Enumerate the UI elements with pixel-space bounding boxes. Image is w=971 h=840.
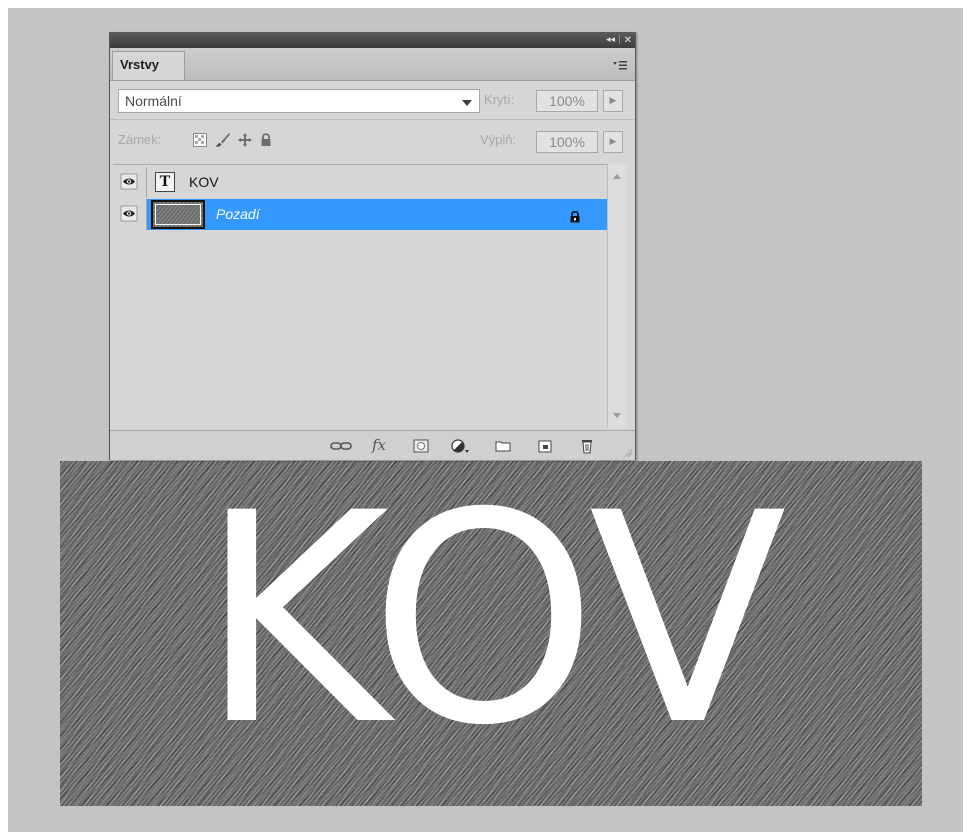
add-mask-icon[interactable] xyxy=(413,438,431,454)
blend-mode-select[interactable]: Normální xyxy=(118,89,480,113)
blend-mode-value: Normální xyxy=(125,93,182,109)
document-canvas[interactable]: KOV xyxy=(60,461,922,806)
adjustment-layer-icon[interactable] xyxy=(450,438,469,454)
eye-icon xyxy=(120,173,138,190)
new-group-icon[interactable] xyxy=(495,438,513,454)
fill-field[interactable]: 100% xyxy=(536,131,598,153)
lock-icon xyxy=(569,208,581,223)
layers-scrollbar[interactable] xyxy=(607,164,627,428)
layer-name: KOV xyxy=(189,174,219,190)
scroll-down-icon[interactable] xyxy=(613,413,621,418)
panel-titlebar[interactable]: ◂◂ | ✕ xyxy=(110,33,635,48)
scroll-up-icon[interactable] xyxy=(613,174,621,179)
background-layer-thumbnail xyxy=(151,200,205,229)
lock-label: Zámek: xyxy=(118,132,162,147)
opacity-slider-button[interactable]: ▶ xyxy=(603,90,623,112)
collapse-panel-button[interactable]: ◂◂ xyxy=(606,34,615,47)
eye-icon xyxy=(120,205,138,222)
blend-opacity-row: Normální Krytí: 100% ▶ xyxy=(110,85,635,115)
layer-row-kov[interactable]: T KOV xyxy=(113,167,607,198)
link-layers-icon[interactable] xyxy=(330,438,352,454)
panel-menu-icon[interactable] xyxy=(613,60,627,73)
opacity-field[interactable]: 100% xyxy=(536,90,598,112)
layer-name: Pozadí xyxy=(216,206,260,222)
lock-all-icon[interactable] xyxy=(259,132,275,148)
layers-panel: ◂◂ | ✕ Vrstvy Normální Krytí: 100% ▶ Zám… xyxy=(109,32,636,460)
divider xyxy=(110,119,635,120)
lock-position-icon[interactable] xyxy=(237,132,253,148)
layers-list: T KOV Pozadí xyxy=(113,164,607,429)
close-panel-button[interactable]: ✕ xyxy=(624,34,632,47)
visibility-toggle[interactable] xyxy=(113,167,147,198)
fill-label: Výplň: xyxy=(480,132,517,147)
titlebar-separator: | xyxy=(617,35,621,45)
lock-fill-row: Zámek: Výplň: 100% ▶ xyxy=(110,126,635,154)
panel-tab-row: Vrstvy xyxy=(110,48,635,81)
fx-icon[interactable]: fx xyxy=(372,438,398,454)
layers-bottom-bar: fx xyxy=(110,430,635,460)
lock-paint-icon[interactable] xyxy=(215,132,231,148)
lock-transparency-icon[interactable] xyxy=(193,132,209,148)
tab-layers[interactable]: Vrstvy xyxy=(112,51,185,80)
delete-layer-icon[interactable] xyxy=(579,438,597,454)
resize-grip-icon[interactable] xyxy=(622,447,632,457)
opacity-label: Krytí: xyxy=(484,92,515,107)
new-layer-icon[interactable] xyxy=(537,438,555,454)
chevron-down-icon xyxy=(462,100,472,106)
visibility-toggle[interactable] xyxy=(113,199,147,230)
canvas-text-kov: KOV xyxy=(199,461,787,789)
text-layer-thumbnail-icon: T xyxy=(155,172,175,192)
fill-slider-button[interactable]: ▶ xyxy=(603,131,623,153)
layer-row-pozadi[interactable]: Pozadí xyxy=(113,199,607,230)
